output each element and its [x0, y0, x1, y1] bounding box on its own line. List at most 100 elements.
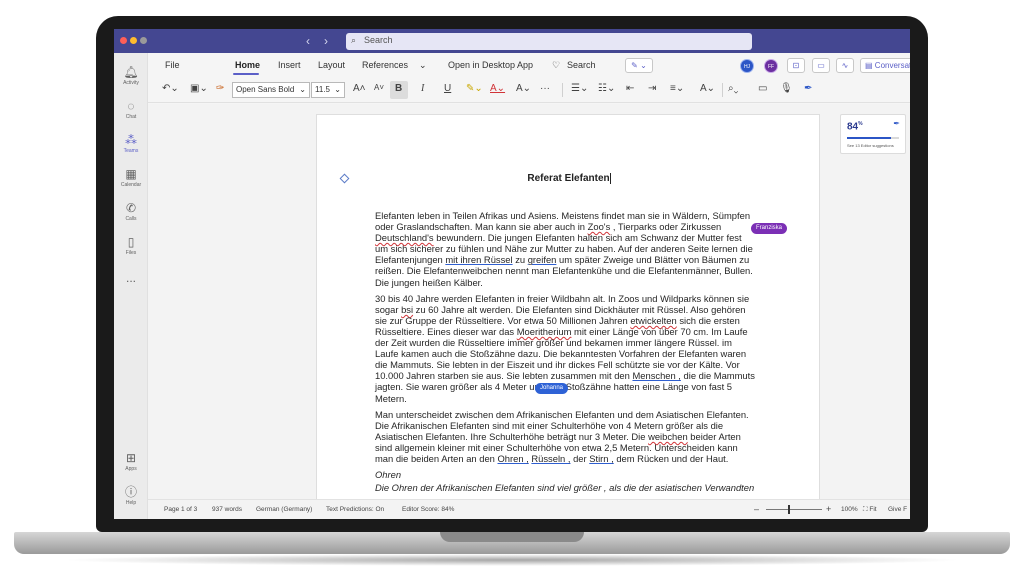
- bullets-icon[interactable]: ☰⌄: [571, 83, 588, 94]
- rail-item-calls[interactable]: ✆ Calls: [114, 201, 148, 222]
- fit-button[interactable]: ⛶ Fit: [863, 506, 877, 514]
- global-search-input[interactable]: ⌕ Search: [346, 33, 752, 50]
- rail-label: Help: [125, 500, 137, 506]
- styles-icon[interactable]: A⌄: [700, 83, 715, 94]
- open-in-desktop-button[interactable]: Open in Desktop App: [448, 60, 533, 70]
- conversation-button[interactable]: ▤ Conversation: [860, 58, 910, 73]
- laptop-shadow: [60, 554, 964, 566]
- section-heading: Ohren: [375, 469, 402, 481]
- font-name-value: Open Sans Bold: [236, 85, 295, 94]
- grammar-suggestion[interactable]: Ohren ,: [498, 453, 529, 464]
- align-icon[interactable]: ≡⌄: [670, 83, 684, 94]
- lightbulb-icon: ♡: [552, 60, 561, 70]
- conversation-label: Conversation: [874, 61, 910, 70]
- font-name-select[interactable]: Open Sans Bold ⌄: [232, 82, 310, 98]
- editor-score-status[interactable]: Editor Score: 84%: [402, 506, 454, 513]
- spelling-error[interactable]: etwickelten: [630, 315, 676, 326]
- comment-icon[interactable]: ▭: [812, 58, 830, 73]
- rail-item-teams[interactable]: ⁂ Teams: [114, 133, 148, 154]
- back-arrow-icon[interactable]: ‹: [306, 34, 310, 48]
- grammar-suggestion[interactable]: greifen: [528, 254, 557, 265]
- text-run: , Tierparks oder Zirkussen: [610, 221, 722, 233]
- numbering-icon[interactable]: ☷⌄: [598, 83, 615, 94]
- ribbon-toolbar: ↶⌄ ▣⌄ ✑ Open Sans Bold ⌄ 11.5 ⌄ A˄ A˅ B …: [148, 77, 910, 103]
- spelling-error[interactable]: weibchen: [648, 431, 688, 442]
- grammar-suggestion[interactable]: Stirn ,: [589, 453, 614, 464]
- forward-arrow-icon[interactable]: ›: [324, 34, 328, 48]
- spelling-error[interactable]: Deutschland's: [375, 232, 434, 243]
- document-page[interactable]: Referat Elefanten Elefanten leben in Tei…: [316, 114, 820, 504]
- tab-home[interactable]: Home: [235, 60, 260, 70]
- grammar-suggestion[interactable]: Menschen ,: [632, 370, 680, 381]
- paragraph: Man unterscheidet zwischen dem Afrikanis…: [375, 409, 755, 464]
- tab-insert[interactable]: Insert: [278, 60, 301, 70]
- avatar[interactable]: HJ: [740, 59, 754, 73]
- find-icon[interactable]: ⌕⌄: [728, 83, 738, 94]
- shrink-font-icon[interactable]: A˅: [374, 83, 384, 92]
- editor-icon[interactable]: ✒: [804, 83, 812, 94]
- document-body[interactable]: Elefanten leben in Teilen Afrikas und As…: [375, 210, 755, 498]
- rail-item-help[interactable]: ⓘ Help: [114, 485, 148, 506]
- rail-item-files[interactable]: ▯ Files: [114, 235, 148, 256]
- teams-icon: ⁂: [125, 133, 137, 147]
- rail-item-calendar[interactable]: ▦ Calendar: [114, 167, 148, 188]
- text-run: dem Rücken und der Haut.: [613, 452, 729, 464]
- tab-file[interactable]: File: [165, 60, 180, 70]
- tab-references[interactable]: References: [362, 60, 408, 70]
- rail-item-activity[interactable]: 🔔︎ Activity: [114, 65, 148, 86]
- zoom-slider-thumb[interactable]: [788, 505, 790, 514]
- activity-icon[interactable]: ∿: [836, 58, 854, 73]
- document-title[interactable]: Referat Elefanten: [317, 173, 819, 184]
- font-color-icon[interactable]: A⌄: [490, 83, 505, 94]
- avatar[interactable]: FF: [764, 59, 778, 73]
- divider: [722, 83, 723, 97]
- dictate-icon[interactable]: 🎙︎: [780, 83, 793, 94]
- minimize-window-button[interactable]: [130, 37, 137, 44]
- editor-score-fill: [847, 137, 891, 139]
- format-painter-icon[interactable]: ✑: [216, 83, 224, 94]
- undo-icon[interactable]: ↶⌄: [162, 83, 179, 94]
- grammar-suggestion[interactable]: mit ihren Rüssel: [445, 254, 512, 265]
- underline-icon[interactable]: U: [444, 83, 451, 94]
- italic-icon[interactable]: I: [421, 83, 424, 94]
- clipboard-icon[interactable]: ▣⌄: [190, 83, 208, 94]
- rail-item-apps[interactable]: ⊞ Apps: [114, 451, 148, 472]
- close-window-button[interactable]: [120, 37, 127, 44]
- grow-font-icon[interactable]: A˄: [353, 83, 366, 94]
- ribbon-search-button[interactable]: Search: [567, 60, 596, 70]
- more-tabs-chevron-icon[interactable]: ⌄: [419, 60, 427, 71]
- app-window: ‹ › ⌕ Search 🔔︎ Activity ◌ Chat ⁂ Teams …: [114, 29, 910, 519]
- bold-icon[interactable]: B: [395, 83, 402, 94]
- menu-bar: File Home Insert Layout References ⌄ Ope…: [148, 53, 910, 77]
- calendar-icon: ▦: [125, 167, 137, 181]
- more-font-options-icon[interactable]: A⌄: [516, 83, 531, 94]
- fit-icon: ⛶: [863, 506, 868, 513]
- zoom-level[interactable]: 100%: [841, 506, 858, 513]
- decrease-indent-icon[interactable]: ⇤: [626, 83, 634, 94]
- document-canvas: Referat Elefanten Elefanten leben in Tei…: [148, 104, 910, 504]
- zoom-slider[interactable]: [766, 509, 822, 510]
- editor-suggestions-link[interactable]: See 13 Editor suggestions: [847, 143, 894, 148]
- language-status[interactable]: German (Germany): [256, 506, 312, 513]
- grammar-suggestion[interactable]: Rüsseln ,: [531, 453, 570, 464]
- rail-item-chat[interactable]: ◌ Chat: [114, 99, 148, 120]
- spelling-error[interactable]: Zoo's: [588, 221, 611, 232]
- spelling-error[interactable]: Moeritherium: [517, 326, 572, 337]
- font-size-select[interactable]: 11.5 ⌄: [311, 82, 345, 98]
- zoom-out-button[interactable]: –: [754, 504, 759, 514]
- increase-indent-icon[interactable]: ⇥: [648, 83, 656, 94]
- sensitivity-icon[interactable]: ▭: [758, 83, 767, 94]
- maximize-window-button[interactable]: [140, 37, 147, 44]
- feedback-button[interactable]: Give F: [888, 506, 907, 513]
- text-predictions-status[interactable]: Text Predictions: On: [326, 506, 384, 513]
- editing-mode-button[interactable]: ✎ ⌄: [625, 58, 653, 73]
- highlight-icon[interactable]: ✎⌄: [466, 83, 483, 94]
- share-icon[interactable]: ⊡: [787, 58, 805, 73]
- editor-score-card[interactable]: 84% ✒ See 13 Editor suggestions: [840, 114, 906, 154]
- rail-item-more[interactable]: ...: [114, 271, 148, 285]
- spelling-error[interactable]: bsi: [401, 304, 413, 315]
- rail-label: Chat: [125, 114, 137, 120]
- more-options-icon[interactable]: ···: [540, 83, 550, 94]
- tab-layout[interactable]: Layout: [318, 60, 345, 70]
- zoom-in-button[interactable]: +: [826, 504, 831, 514]
